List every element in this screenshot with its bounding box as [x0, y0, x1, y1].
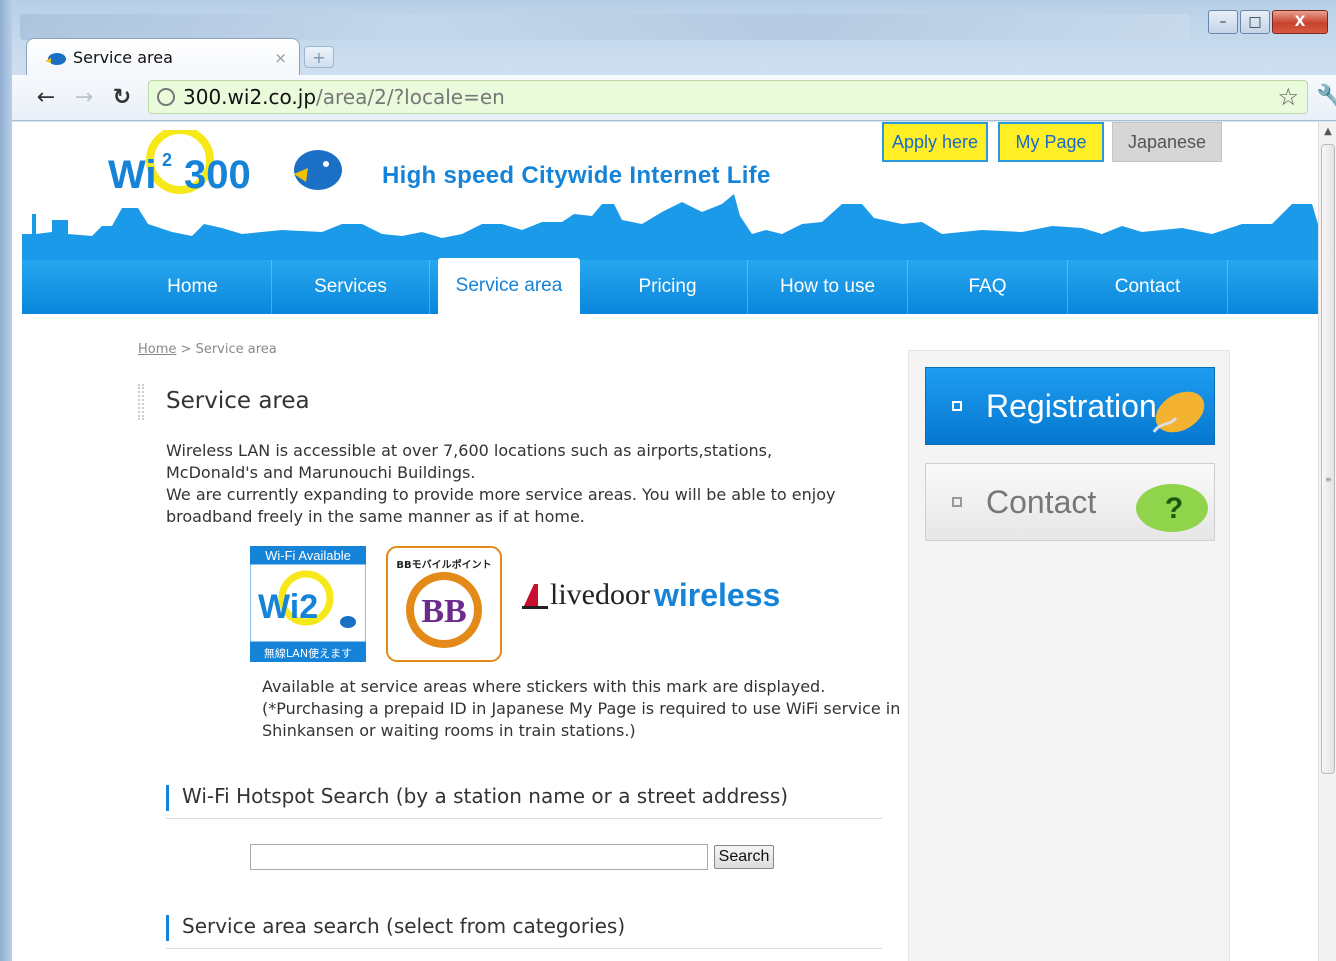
apply-here-button[interactable]: Apply here: [882, 122, 988, 162]
intro-paragraph-2: We are currently expanding to provide mo…: [166, 485, 836, 526]
window-frame: [0, 0, 12, 961]
nav-contact[interactable]: Contact: [1068, 260, 1228, 314]
scroll-grip-icon: ≡: [1325, 475, 1332, 484]
scroll-up-arrow-icon[interactable]: ▲: [1319, 122, 1336, 140]
svg-text:300: 300: [184, 153, 251, 197]
breadcrumb-current: Service area: [195, 342, 277, 357]
bb-top-text: BBモバイルポイント: [396, 558, 491, 571]
vertical-scrollbar[interactable]: ▲ ≡: [1318, 122, 1336, 961]
breadcrumb: Home > Service area: [138, 342, 277, 357]
intro-paragraph-1: Wireless LAN is accessible at over 7,600…: [166, 441, 773, 482]
site-tagline: High speed Citywide Internet Life: [382, 162, 771, 189]
bullet-icon: [952, 497, 962, 507]
nav-service-area[interactable]: Service area: [438, 258, 580, 314]
new-tab-button[interactable]: +: [304, 46, 334, 68]
sticker-wifi-available-text: Wi-Fi Available: [265, 548, 351, 563]
wi2-300-logo[interactable]: Wi 2 300: [108, 130, 348, 202]
globe-icon: [157, 88, 175, 106]
registration-button[interactable]: Registration: [925, 367, 1215, 445]
tab-close-icon[interactable]: ×: [274, 49, 287, 67]
category-search-heading: Service area search (select from categor…: [166, 914, 882, 949]
scrollbar-thumb[interactable]: ≡: [1321, 144, 1335, 774]
wireless-text: wireless: [653, 576, 781, 613]
nav-faq[interactable]: FAQ: [908, 260, 1068, 314]
window-minimize-button[interactable]: –: [1208, 10, 1238, 34]
url-path: /area/2/?locale=en: [316, 85, 505, 109]
svg-text:2: 2: [162, 150, 172, 170]
page-viewport: Wi 2 300 High speed Citywide Internet Li…: [12, 122, 1336, 961]
window-titlebar: [20, 14, 1190, 40]
browser-chrome: – □ X Service area × + ← → ↻ 300.wi2.co.…: [0, 0, 1336, 122]
bullet-icon: [952, 401, 962, 411]
url-host: 300.wi2.co.jp: [183, 85, 317, 109]
search-button[interactable]: Search: [714, 845, 774, 869]
nav-pricing[interactable]: Pricing: [588, 260, 748, 314]
title-marker: [138, 384, 144, 420]
back-arrow-icon[interactable]: ←: [32, 83, 60, 111]
nav-services[interactable]: Services: [272, 260, 430, 314]
sidebar: Registration Contact ?: [908, 350, 1230, 961]
japanese-language-button[interactable]: Japanese: [1112, 122, 1222, 162]
hedgehog-favicon-icon: [45, 52, 66, 65]
bb-logo-text: BB: [421, 593, 466, 630]
bookmark-star-icon[interactable]: ☆: [1277, 83, 1299, 111]
hotspot-search-input[interactable]: [250, 844, 708, 870]
registration-label: Registration: [986, 387, 1157, 424]
address-bar[interactable]: 300.wi2.co.jp/area/2/?locale=en ☆: [148, 80, 1308, 114]
livedoor-wireless-logo: livedoor wireless: [520, 570, 810, 620]
reload-icon[interactable]: ↻: [108, 83, 136, 111]
window-maximize-button[interactable]: □: [1240, 10, 1270, 34]
tab-title: Service area: [73, 48, 173, 67]
nav-home[interactable]: Home: [114, 260, 272, 314]
browser-toolbar: ← → ↻ 300.wi2.co.jp/area/2/?locale=en ☆ …: [12, 75, 1336, 121]
svg-text:Wi: Wi: [108, 153, 157, 197]
contact-label: Contact: [986, 483, 1097, 520]
contact-button[interactable]: Contact ?: [925, 463, 1215, 541]
computer-mouse-icon: [1152, 391, 1205, 433]
browser-tab[interactable]: Service area ×: [26, 38, 300, 76]
main-nav: Home Services Service area Pricing How t…: [22, 258, 1318, 314]
livedoor-text: livedoor: [550, 578, 650, 611]
breadcrumb-home-link[interactable]: Home: [138, 342, 176, 357]
question-bubble-icon: ?: [1136, 484, 1208, 532]
my-page-button[interactable]: My Page: [998, 122, 1104, 162]
sticker-wifi-bottom-text: 無線LAN使えます: [264, 646, 352, 660]
page-title: Service area: [166, 388, 310, 414]
nav-how-to-use[interactable]: How to use: [748, 260, 908, 314]
livedoor-mark-icon: [522, 584, 548, 609]
availability-note: Available at service areas where sticker…: [262, 677, 901, 740]
wifi-available-sticker: Wi-Fi Available Wi2 無線LAN使えます: [250, 546, 366, 662]
breadcrumb-separator: >: [176, 342, 196, 357]
forward-arrow-icon[interactable]: →: [70, 83, 98, 111]
hotspot-search-heading: Wi-Fi Hotspot Search (by a station name …: [166, 784, 882, 819]
sticker-wi2-logo-text: Wi2: [258, 588, 318, 626]
window-close-button[interactable]: X: [1272, 10, 1328, 34]
question-mark-text: ?: [1165, 492, 1183, 525]
site-header: Wi 2 300 High speed Citywide Internet Li…: [22, 122, 1318, 314]
bb-mobile-point-sticker: BBモバイルポイント BB: [386, 546, 502, 662]
wrench-icon[interactable]: 🔧: [1316, 83, 1336, 111]
